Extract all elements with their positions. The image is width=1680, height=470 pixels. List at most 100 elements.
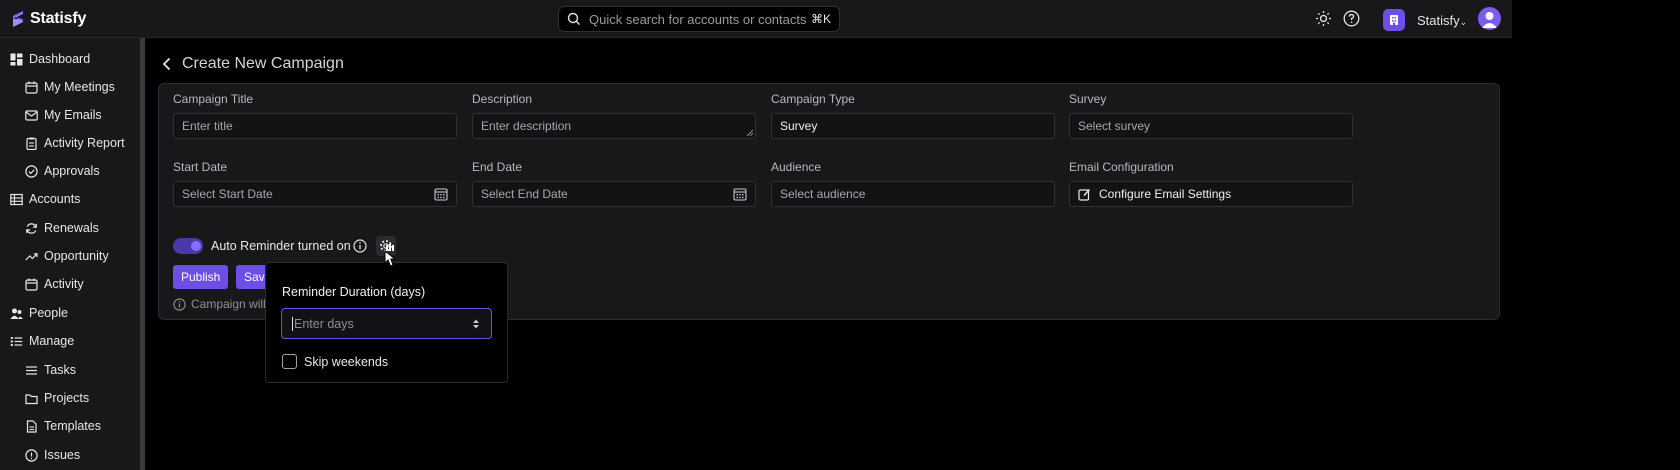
- sidebar-item-people[interactable]: People: [10, 306, 68, 320]
- campaign-note-text: Campaign will: [191, 297, 266, 311]
- auto-reminder-toggle[interactable]: [173, 238, 203, 254]
- end-date-picker[interactable]: Select End Date: [472, 181, 756, 207]
- info-icon[interactable]: [353, 239, 367, 253]
- description-label: Description: [472, 92, 533, 106]
- avatar[interactable]: [1478, 7, 1501, 30]
- resize-handle-icon[interactable]: [747, 130, 753, 136]
- sidebar-item-label: Dashboard: [29, 52, 91, 66]
- dashboard-icon: [10, 53, 23, 65]
- help-icon[interactable]: [1343, 10, 1360, 27]
- audience-placeholder: Select audience: [780, 187, 866, 201]
- reminder-days-input[interactable]: Enter days: [281, 308, 492, 339]
- page-header: Create New Campaign: [162, 55, 344, 73]
- survey-label: Survey: [1069, 92, 1107, 106]
- campaign-note: Campaign will: [173, 297, 266, 311]
- description-placeholder: Enter description: [481, 119, 572, 133]
- start-date-picker[interactable]: Select Start Date: [173, 181, 457, 207]
- chevron-down-icon: ⌄: [1459, 17, 1468, 27]
- survey-select[interactable]: Select survey: [1069, 113, 1353, 139]
- sidebar-item-label: Projects: [44, 391, 90, 405]
- sidebar-item-label: Opportunity: [44, 249, 109, 263]
- people-icon: [10, 308, 23, 319]
- trending-up-icon: [25, 252, 38, 260]
- skip-weekends-checkbox[interactable]: [282, 354, 297, 369]
- workspace-name-text: Statisfy: [1417, 13, 1460, 28]
- checklist-icon: [26, 365, 37, 375]
- campaign-title-placeholder: Enter title: [182, 119, 233, 133]
- campaign-type-label: Campaign Type: [771, 92, 855, 106]
- workspace-badge[interactable]: [1383, 9, 1405, 31]
- page-title: Create New Campaign: [182, 55, 344, 72]
- theme-toggle-icon[interactable]: [1315, 10, 1332, 27]
- back-arrow-icon[interactable]: [162, 57, 172, 71]
- toggle-knob: [191, 241, 201, 251]
- sidebar-item-dashboard[interactable]: Dashboard: [10, 52, 90, 66]
- sidebar-item-label: Manage: [29, 334, 75, 348]
- search-bar[interactable]: Quick search for accounts or contacts ⌘K: [558, 6, 840, 32]
- sidebar-item-label: Activity Report: [44, 136, 125, 150]
- sidebar-item-label: Issues: [44, 448, 81, 462]
- list-icon: [10, 336, 23, 346]
- number-stepper-icon[interactable]: [471, 317, 481, 331]
- campaign-type-select[interactable]: Survey: [771, 113, 1055, 139]
- audience-select[interactable]: Select audience: [771, 181, 1055, 207]
- sidebar-item-label: Accounts: [29, 192, 81, 206]
- sidebar-item-label: Renewals: [44, 221, 99, 235]
- sidebar-item-issues[interactable]: Issues: [25, 448, 80, 462]
- statisfy-logo-icon: [13, 11, 23, 27]
- sidebar-item-label: Tasks: [44, 363, 76, 377]
- configure-email-settings-button[interactable]: Configure Email Settings: [1069, 181, 1353, 207]
- sidebar-item-label: My Emails: [44, 108, 102, 122]
- sidebar-item-activity-report[interactable]: Activity Report: [25, 136, 125, 150]
- app-name: Statisfy: [30, 10, 87, 27]
- sidebar-item-projects[interactable]: Projects: [25, 391, 89, 405]
- clipboard-icon: [26, 137, 37, 150]
- end-date-placeholder: Select End Date: [481, 187, 568, 201]
- edit-icon: [1078, 188, 1091, 201]
- survey-placeholder: Select survey: [1078, 119, 1151, 133]
- building-icon: [1390, 15, 1398, 25]
- sidebar-item-templates[interactable]: Templates: [25, 419, 101, 433]
- start-date-label: Start Date: [173, 160, 228, 174]
- campaign-type-value: Survey: [780, 119, 818, 133]
- user-avatar-icon: [1482, 12, 1497, 28]
- file-icon: [26, 419, 37, 433]
- sidebar-item-label: Activity: [44, 277, 84, 291]
- publish-button[interactable]: Publish: [173, 265, 229, 289]
- mouse-pointer-icon: [384, 244, 397, 267]
- sidebar-item-opportunity[interactable]: Opportunity: [25, 249, 109, 263]
- search-shortcut: ⌘K: [810, 12, 831, 26]
- sidebar-item-approvals[interactable]: Approvals: [25, 164, 100, 178]
- sidebar-item-my-emails[interactable]: My Emails: [25, 108, 102, 122]
- calendar-icon[interactable]: [434, 187, 448, 201]
- text-caret: [292, 316, 293, 331]
- mail-icon: [25, 109, 38, 121]
- sidebar-item-renewals[interactable]: Renewals: [25, 221, 99, 235]
- configure-email-settings-label: Configure Email Settings: [1099, 187, 1232, 201]
- campaign-title-input[interactable]: Enter title: [173, 113, 457, 139]
- calendar-icon[interactable]: [733, 187, 747, 201]
- workspace-name[interactable]: Statisfy⌄: [1417, 13, 1467, 28]
- sidebar-item-my-meetings[interactable]: My Meetings: [25, 80, 115, 94]
- description-textarea[interactable]: Enter description: [472, 113, 756, 139]
- calendar-icon: [25, 278, 38, 291]
- sidebar-item-label: People: [29, 306, 68, 320]
- sidebar-item-accounts[interactable]: Accounts: [10, 192, 80, 206]
- end-date-label: End Date: [472, 160, 523, 174]
- app-root: Statisfy Quick search for accounts or co…: [0, 0, 1512, 470]
- sidebar-item-label: My Meetings: [44, 80, 115, 94]
- search-placeholder: Quick search for accounts or contacts: [589, 11, 807, 27]
- alert-icon: [25, 448, 38, 462]
- sidebar-scrollbar[interactable]: [140, 38, 145, 470]
- reminder-duration-label: Reminder Duration (days): [282, 285, 426, 299]
- sidebar-item-tasks[interactable]: Tasks: [25, 363, 76, 377]
- sidebar-item-manage[interactable]: Manage: [10, 334, 74, 348]
- campaign-title-label: Campaign Title: [173, 92, 254, 106]
- sidebar-item-label: Approvals: [44, 164, 100, 178]
- sidebar-item-label: Templates: [44, 419, 101, 433]
- reminder-days-placeholder: Enter days: [294, 316, 354, 331]
- info-icon: [173, 297, 186, 311]
- sidebar-item-activity[interactable]: Activity: [25, 277, 84, 291]
- audience-label: Audience: [771, 160, 822, 174]
- logo[interactable]: Statisfy: [10, 9, 86, 29]
